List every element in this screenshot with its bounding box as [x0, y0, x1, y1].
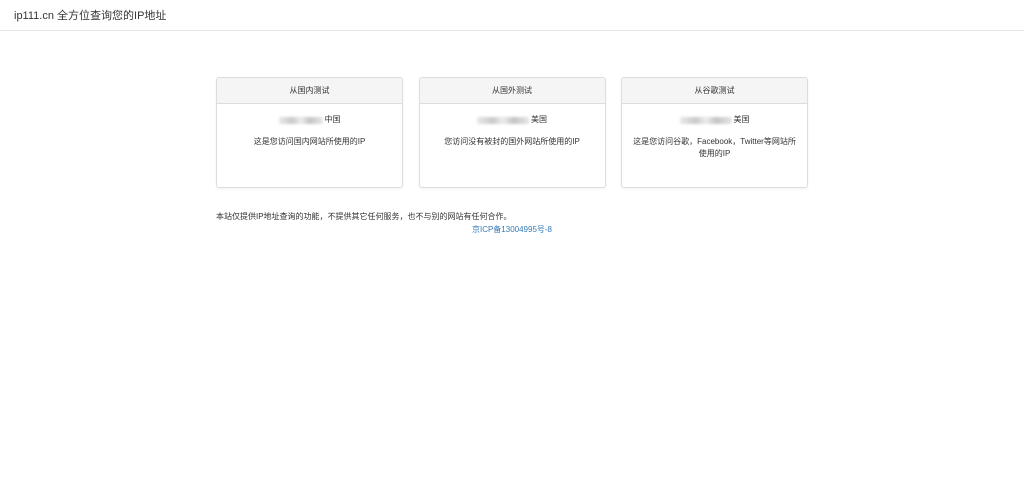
ip-result: 中国	[227, 114, 392, 126]
card-description: 这是您访问国内网站所使用的IP	[253, 137, 366, 146]
card-title: 从国内测试	[217, 78, 402, 104]
ip-location: 美国	[531, 115, 547, 124]
card-google-test: 从谷歌测试 美国 这是您访问谷歌，Facebook，Twitter等网站所使用的…	[621, 77, 808, 188]
card-description: 您访问没有被封的国外网站所使用的IP	[444, 137, 580, 146]
icp-license-link[interactable]: 京ICP备13004995号-8	[216, 223, 808, 236]
card-domestic-test: 从国内测试 中国 这是您访问国内网站所使用的IP	[216, 77, 403, 188]
card-body: 美国 这是您访问谷歌，Facebook，Twitter等网站所使用的IP	[622, 104, 807, 160]
ip-result: 美国	[632, 114, 797, 126]
card-foreign-test: 从国外测试 美国 您访问没有被封的国外网站所使用的IP	[418, 77, 606, 188]
card-title: 从国外测试	[419, 78, 605, 104]
service-notice: 本站仅提供IP地址查询的功能，不提供其它任何服务，也不与别的网站有任何合作。	[216, 212, 512, 221]
ip-address-redacted	[278, 116, 323, 124]
card-description: 这是您访问谷歌，Facebook，Twitter等网站所使用的IP	[633, 137, 796, 158]
test-cards: 从国内测试 中国 这是您访问国内网站所使用的IP 从国外测试 美国 您访问没有被…	[216, 77, 808, 188]
ip-address-redacted	[477, 116, 529, 124]
navbar: ip111.cn 全方位查询您的IP地址	[0, 0, 1024, 31]
card-body: 美国 您访问没有被封的国外网站所使用的IP	[420, 104, 605, 148]
ip-location: 美国	[733, 115, 750, 124]
card-body: 中国 这是您访问国内网站所使用的IP	[217, 104, 402, 148]
ip-result: 美国	[430, 114, 595, 126]
ip-location: 中国	[324, 115, 341, 124]
ip-address-redacted	[679, 116, 732, 124]
footer: 本站仅提供IP地址查询的功能，不提供其它任何服务，也不与别的网站有任何合作。 京…	[216, 210, 808, 236]
card-title: 从谷歌测试	[622, 78, 807, 104]
site-brand-link[interactable]: ip111.cn 全方位查询您的IP地址	[14, 7, 166, 23]
